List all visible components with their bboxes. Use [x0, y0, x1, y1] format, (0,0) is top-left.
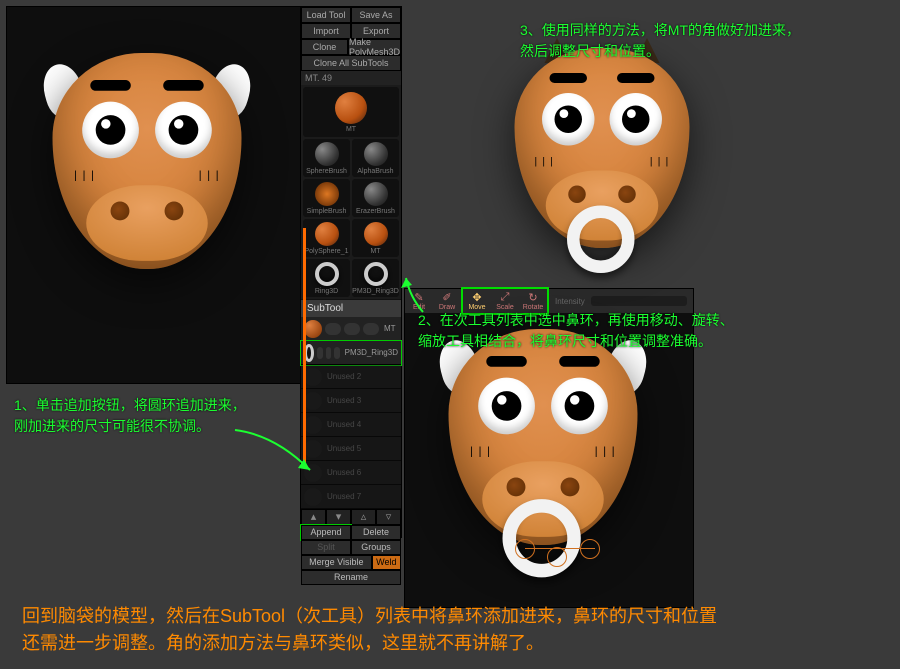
intensity-label: Intensity	[555, 297, 585, 306]
subtool-item-mt[interactable]: MT	[301, 317, 401, 341]
active-tool-label: MT. 49	[301, 71, 401, 85]
tool-swatch-simplebrush[interactable]: SimpleBrush	[303, 179, 350, 217]
transpose-line[interactable]	[525, 548, 595, 549]
eyelash-left: | | |	[535, 156, 555, 167]
merge-visible-button[interactable]: Merge Visible	[301, 555, 372, 570]
save-as-button[interactable]: Save As	[351, 7, 401, 23]
tool-swatch-pm3d-ring3d[interactable]: PM3D_Ring3D	[352, 259, 399, 297]
load-tool-button[interactable]: Load Tool	[301, 7, 351, 23]
eyelash-left: | | |	[470, 445, 491, 457]
subtool-item-ghost: Unused 3	[301, 389, 401, 413]
subtool-item-ghost: Unused 7	[301, 485, 401, 509]
subtool-move-down[interactable]: ▿	[376, 509, 401, 525]
arrow-2-icon	[398, 272, 428, 317]
eyelash-right: | | |	[595, 445, 616, 457]
rename-button[interactable]: Rename	[301, 570, 401, 585]
tool-swatch-mt[interactable]: MT	[303, 87, 399, 137]
subtool-header[interactable]: SubTool	[301, 299, 401, 317]
weld-button[interactable]: Weld	[372, 555, 401, 570]
groups-split-button[interactable]: Groups Split	[351, 540, 401, 555]
tool-swatch-mt2[interactable]: MT	[352, 219, 399, 257]
annotation-2: 2、在次工具列表中选中鼻环，再使用移动、旋转、缩放工具相结合，将鼻环尺寸和位置调…	[418, 310, 734, 352]
clone-all-subtools-button[interactable]: Clone All SubTools	[301, 55, 401, 71]
eyelash-right: | | |	[650, 156, 670, 167]
nose-ring-icon	[567, 206, 635, 274]
tool-swatch-erazerbrush[interactable]: ErazerBrush	[352, 179, 399, 217]
subtool-item-ring3d[interactable]: PM3D_Ring3D	[301, 341, 401, 365]
eyelash-left: | | |	[74, 169, 95, 181]
delete-button[interactable]: Delete	[351, 525, 401, 540]
tool-swatch-polysphere1[interactable]: PolySphere_1	[303, 219, 350, 257]
tool-swatch-alphabrush[interactable]: AlphaBrush	[352, 139, 399, 177]
viewport-step3: | | | | | |	[512, 50, 700, 285]
make-polymesh3d-button[interactable]: Make PolyMesh3D	[348, 39, 401, 55]
clone-button[interactable]: Clone	[301, 39, 348, 55]
viewport-main[interactable]: | | | | | |	[6, 6, 301, 384]
tool-swatch-grid: MT SphereBrush AlphaBrush SimpleBrush Er…	[301, 85, 401, 299]
transpose-gizmo[interactable]	[515, 539, 535, 559]
transpose-gizmo[interactable]	[580, 539, 600, 559]
append-button[interactable]: Append	[301, 525, 351, 540]
subtool-arrows[interactable]: ▴ ▾ ▵ ▿	[301, 509, 401, 525]
bottom-caption: 回到脑袋的模型，然后在SubTool（次工具）列表中将鼻环添加进来，鼻环的尺寸和…	[22, 603, 878, 657]
eyelash-right: | | |	[199, 169, 220, 181]
intensity-slider[interactable]	[591, 296, 687, 306]
annotation-3: 3、使用同样的方法，将MT的角做好加进来，然后调整尺寸和位置。	[520, 20, 800, 62]
subtool-move-up[interactable]: ▵	[351, 509, 376, 525]
split-hidden-button[interactable]: Split Hidden	[301, 540, 351, 555]
import-button[interactable]: Import	[301, 23, 351, 39]
subtool-move-all-up[interactable]: ▴	[301, 509, 326, 525]
tool-swatch-spherebrush[interactable]: SphereBrush	[303, 139, 350, 177]
subtool-move-all-down[interactable]: ▾	[326, 509, 351, 525]
arrow-1-icon	[230, 425, 330, 485]
nose-ring-icon	[503, 499, 581, 577]
transpose-gizmo[interactable]	[547, 547, 567, 567]
tool-swatch-ring3d[interactable]: Ring3D	[303, 259, 350, 297]
annotation-1: 1、单击追加按钮，将圆环追加进来，刚加进来的尺寸可能很不协调。	[14, 395, 246, 437]
subtool-item-ghost: Unused 2	[301, 365, 401, 389]
